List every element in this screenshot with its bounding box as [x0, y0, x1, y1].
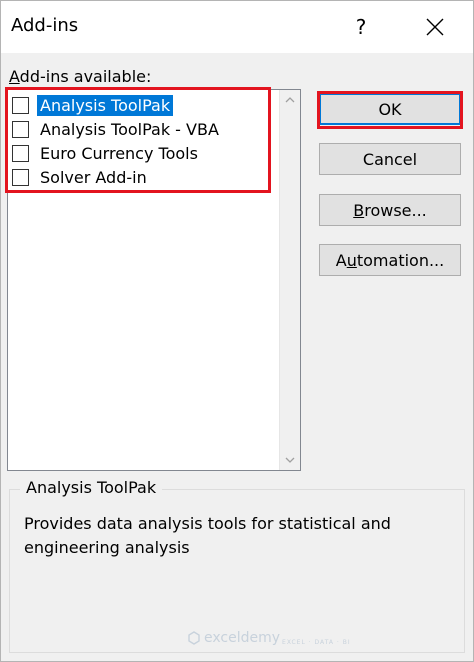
exceldemy-logo-icon	[188, 630, 200, 645]
vertical-scrollbar[interactable]	[279, 90, 300, 470]
help-button[interactable]: ?	[341, 7, 381, 47]
scroll-up-button[interactable]	[280, 90, 300, 110]
help-icon: ?	[355, 15, 367, 39]
chevron-down-icon	[285, 457, 295, 463]
highlight-box-ok-button	[317, 91, 463, 129]
scroll-down-button[interactable]	[280, 450, 300, 470]
close-button[interactable]	[413, 7, 457, 47]
title-bar: Add-ins ?	[1, 1, 473, 53]
description-title: Analysis ToolPak	[20, 478, 163, 497]
automation-button[interactable]: Automation...	[319, 244, 461, 276]
close-icon	[426, 18, 444, 36]
add-ins-available-label: Add-ins available:	[9, 67, 152, 86]
watermark-brand: exceldemy	[204, 629, 281, 646]
watermark: exceldemy EXCEL · DATA · BI	[187, 629, 351, 646]
description-text: Provides data analysis tools for statist…	[24, 514, 391, 557]
cancel-button[interactable]: Cancel	[319, 143, 461, 175]
add-ins-dialog: Add-ins ? Add-ins available: Analysis To…	[0, 0, 474, 662]
browse-button[interactable]: Browse...	[319, 194, 461, 226]
watermark-tagline: EXCEL · DATA · BI	[282, 639, 351, 646]
chevron-up-icon	[285, 97, 295, 103]
highlight-box-add-ins-list	[5, 87, 271, 193]
dialog-title: Add-ins	[11, 15, 79, 36]
